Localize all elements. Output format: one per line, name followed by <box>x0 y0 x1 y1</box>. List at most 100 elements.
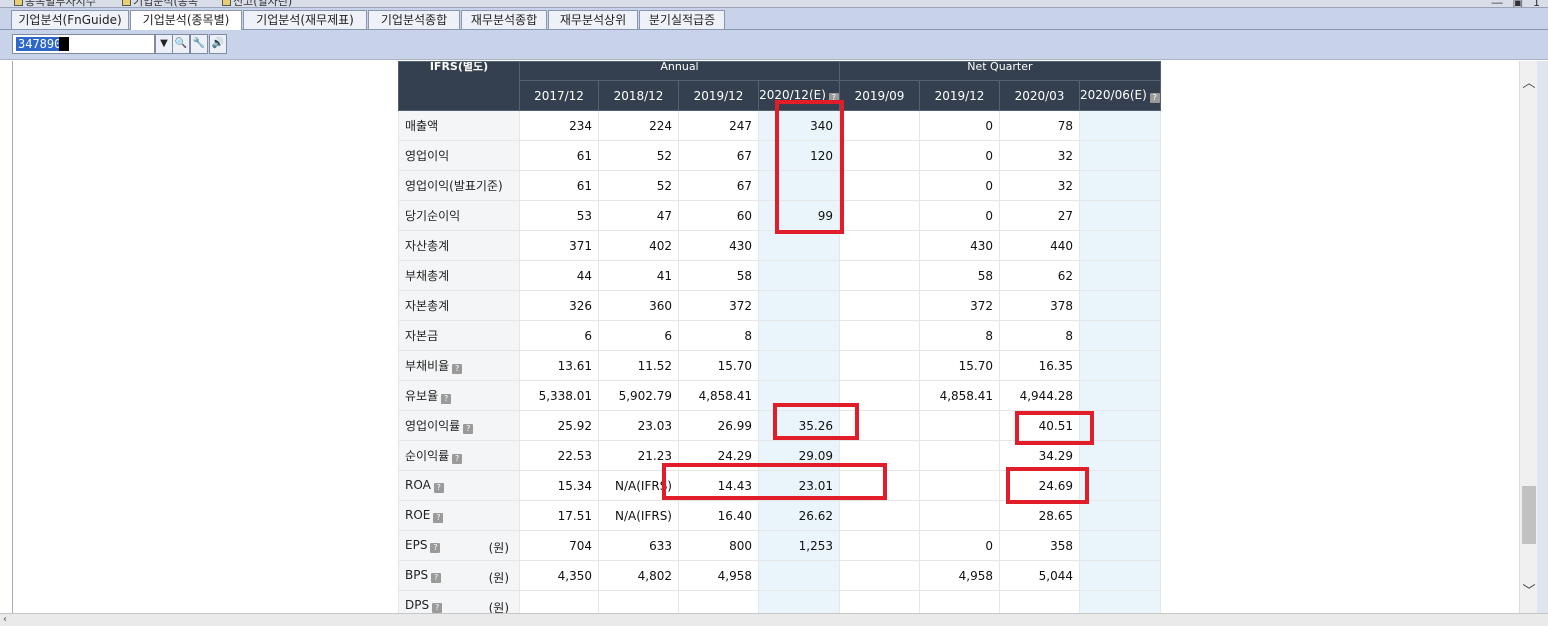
horizontal-scrollbar[interactable]: ‹ <box>0 613 1548 626</box>
tab-bar: 기업분석(FnGuide) 기업분석(종목별) 기업분석(재무제표) 기업분석종… <box>0 8 1548 30</box>
scroll-down-icon[interactable]: ﹀ <box>1520 583 1538 601</box>
row-label: EPS? (원) <box>398 530 520 561</box>
table-cell <box>1079 470 1161 501</box>
window-tab-2[interactable]: 신고(일자린) <box>222 0 292 7</box>
stock-code-input[interactable]: 347890 <box>12 34 155 54</box>
table-cell: 17.51 <box>519 500 599 531</box>
help-icon[interactable]: ? <box>1149 93 1160 103</box>
table-cell <box>1079 140 1161 171</box>
table-row: 순이익률? 22.53 21.23 24.29 29.09 34.29 <box>398 440 1161 471</box>
table-cell <box>839 530 920 561</box>
minimize-icon[interactable]: ― <box>1492 0 1503 7</box>
table-row: 당기순이익 53 47 60 99 0 27 <box>398 200 1161 231</box>
table-cell <box>758 230 840 261</box>
row-label-text: DPS <box>405 598 430 612</box>
column-header-label: 2017/12 <box>534 88 584 103</box>
column-header-label: 2018/12 <box>613 88 664 103</box>
help-icon[interactable]: ? <box>431 573 442 583</box>
row-label-text: 당기순이익 <box>405 209 461 223</box>
table-row: ROA? 15.34 N/A(IFRS) 14.43 23.01 24.69 <box>398 470 1161 501</box>
table-cell <box>839 140 920 171</box>
tab-financial-top[interactable]: 재무분석상위 <box>548 10 638 29</box>
table-row: EPS? (원) 704 633 800 1,253 0 358 <box>398 530 1161 561</box>
help-icon[interactable]: ? <box>433 513 444 523</box>
table-cell: 0 <box>919 110 1000 141</box>
table-cell: 4,958 <box>678 560 759 591</box>
table-cell <box>758 260 840 291</box>
dropdown-button[interactable]: ▼ <box>155 34 173 54</box>
tab-financial-summary[interactable]: 재무분석종합 <box>461 10 547 29</box>
settings-button[interactable]: 🔧 <box>190 34 208 54</box>
table-cell <box>1079 110 1161 141</box>
table-cell: 67 <box>678 140 759 171</box>
vertical-scrollbar[interactable]: ︿ ﹀ <box>1519 61 1537 613</box>
window-tab-0[interactable]: 종목별투자지수 <box>14 0 96 7</box>
row-label-text: 자산총계 <box>405 239 450 253</box>
tab-quarterly-surge[interactable]: 분기실적급증 <box>639 10 725 29</box>
speaker-button[interactable]: 🔊 <box>209 34 227 54</box>
table-cell: 34.29 <box>999 440 1080 471</box>
window-tab-1[interactable]: 기업분석(종목 <box>122 0 198 7</box>
table-cell: 0 <box>919 200 1000 231</box>
search-button[interactable]: 🔍 <box>172 34 190 54</box>
table-row: 자본금 6 6 8 8 8 <box>398 320 1161 351</box>
table-cell <box>839 350 920 381</box>
tab-company-summary[interactable]: 기업분석종합 <box>368 10 460 29</box>
table-cell: 22.53 <box>519 440 599 471</box>
table-cell: 29.09 <box>758 440 840 471</box>
table-cell <box>1079 380 1161 411</box>
unit-label: (원) <box>488 601 509 613</box>
table-cell: 247 <box>678 110 759 141</box>
row-label: 당기순이익 <box>398 200 520 231</box>
help-icon[interactable]: ? <box>433 483 444 493</box>
table-cell: 11.52 <box>598 350 679 381</box>
help-icon[interactable]: ? <box>452 454 463 464</box>
restore-icon[interactable]: ▣ <box>1513 0 1523 7</box>
row-label: 자본금 <box>398 320 520 351</box>
table-cell <box>839 380 920 411</box>
table-cell <box>1079 590 1161 613</box>
tab-financial-statements[interactable]: 기업분석(재무제표) <box>243 10 367 29</box>
table-cell <box>1079 200 1161 231</box>
row-label-text: EPS <box>405 538 428 552</box>
search-icon: 🔍 <box>174 38 188 49</box>
row-label-text: 부채비율 <box>405 359 450 373</box>
table-cell: 5,902.79 <box>598 380 679 411</box>
help-icon[interactable]: ? <box>452 364 463 374</box>
row-label: 부채비율? <box>398 350 520 381</box>
help-icon[interactable]: ? <box>432 603 443 613</box>
row-label: 매출액 <box>398 110 520 141</box>
table-cell <box>1079 230 1161 261</box>
table-cell: 0 <box>919 530 1000 561</box>
table-cell <box>758 380 840 411</box>
table-cell <box>839 200 920 231</box>
table-cell: 52 <box>598 170 679 201</box>
table-cell: 1,253 <box>758 530 840 561</box>
table-cell: 8 <box>999 320 1080 351</box>
scroll-up-icon[interactable]: ︿ <box>1520 75 1538 93</box>
tab-fnguide[interactable]: 기업분석(FnGuide) <box>11 10 129 29</box>
help-icon[interactable]: ? <box>463 424 474 434</box>
table-cell: 4,350 <box>519 560 599 591</box>
help-icon[interactable]: ? <box>430 543 441 553</box>
table-cell <box>1079 560 1161 591</box>
table-cell: 26.99 <box>678 410 759 441</box>
unit-label: (원) <box>488 541 509 555</box>
table-cell: 4,858.41 <box>919 380 1000 411</box>
help-icon[interactable]: ? <box>441 394 452 404</box>
table-cell: 15.70 <box>678 350 759 381</box>
table-cell: 372 <box>919 290 1000 321</box>
scroll-thumb[interactable] <box>1522 486 1536 544</box>
table-cell: 4,944.28 <box>999 380 1080 411</box>
table-cell: 0 <box>919 170 1000 201</box>
table-cell: 32 <box>999 140 1080 171</box>
table-cell <box>839 560 920 591</box>
scroll-left-icon[interactable]: ‹ <box>3 614 7 625</box>
tab-company-by-stock[interactable]: 기업분석(종목별) <box>130 10 242 30</box>
table-cell: 4,858.41 <box>678 380 759 411</box>
row-label: BPS? (원) <box>398 560 520 591</box>
table-cell <box>919 470 1000 501</box>
help-icon[interactable]: ? <box>828 93 839 103</box>
row-label: ROA? <box>398 470 520 501</box>
table-cell <box>1079 440 1161 471</box>
